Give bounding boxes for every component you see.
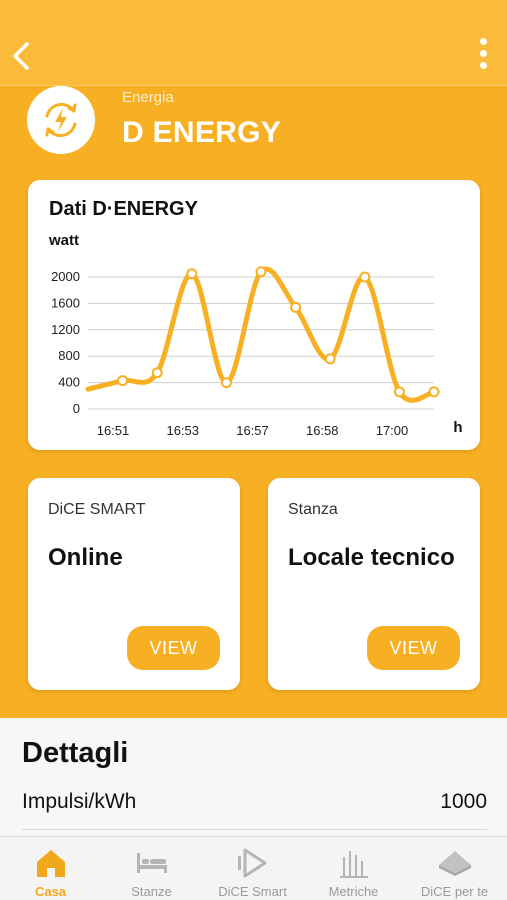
tab-label: Stanze xyxy=(131,884,172,899)
view-button[interactable]: VIEW xyxy=(367,626,460,670)
card-value: Locale tecnico xyxy=(288,544,455,571)
x-axis-unit: h xyxy=(453,419,462,436)
y-tick-label: 800 xyxy=(58,348,80,363)
energy-device-icon xyxy=(27,86,95,154)
data-point xyxy=(151,367,163,379)
data-point xyxy=(220,377,232,389)
x-tick-label: 17:00 xyxy=(376,423,409,438)
tab-dice-per-te[interactable]: DiCE per te xyxy=(404,837,505,900)
dice-smart-icon xyxy=(237,848,266,878)
bed-icon xyxy=(136,853,167,873)
x-tick-label: 16:51 xyxy=(97,423,130,438)
top-bar xyxy=(0,0,507,86)
device-category: Energia xyxy=(122,89,174,106)
tab-label: Metriche xyxy=(328,884,379,899)
data-point xyxy=(393,386,405,398)
power-line-chart: 0 400 800 1200 1600 2000 16:51 16:53 16:57 16:58 1… xyxy=(51,266,463,438)
data-point xyxy=(324,353,336,365)
y-tick-label: 1600 xyxy=(51,295,80,310)
back-button[interactable] xyxy=(8,36,38,76)
data-point xyxy=(117,375,129,387)
data-point xyxy=(290,301,302,313)
details-section: Dettagli Impulsi/kWh 1000 xyxy=(0,718,507,836)
card-label: DiCE SMART xyxy=(48,501,146,518)
more-dot-icon xyxy=(479,50,487,57)
room-card: Stanza Locale tecnico VIEW xyxy=(268,478,480,690)
series-line xyxy=(85,266,437,403)
home-icon xyxy=(36,850,65,877)
x-tick-label: 16:53 xyxy=(166,423,199,438)
y-tick-label: 400 xyxy=(58,375,80,390)
y-tick-label: 0 xyxy=(73,401,80,416)
dice-smart-card: DiCE SMART Online VIEW xyxy=(28,478,240,690)
card-value: Online xyxy=(48,544,123,571)
bottom-tab-bar: Casa Stanze DiCE Smart Metriche DiCE per… xyxy=(0,836,507,900)
y-tick-label: 1200 xyxy=(51,322,80,337)
dice-per-te-icon xyxy=(438,851,471,876)
more-dot-icon xyxy=(479,38,487,45)
more-dot-icon xyxy=(479,62,487,69)
data-point xyxy=(428,386,440,398)
card-label: Stanza xyxy=(288,501,338,518)
data-point xyxy=(255,266,267,278)
tab-stanze[interactable]: Stanze xyxy=(101,837,202,900)
view-button[interactable]: VIEW xyxy=(127,626,220,670)
chevron-left-icon xyxy=(13,42,29,70)
tab-label: Casa xyxy=(34,884,67,899)
detail-value: 1000 xyxy=(440,790,487,813)
detail-key: Impulsi/kWh xyxy=(22,790,137,813)
tab-dice-smart[interactable]: DiCE Smart xyxy=(202,837,303,900)
tab-label: DiCE Smart xyxy=(218,884,287,899)
chart-card: Dati D·ENERGY watt 0 400 800 1200 1600 2000 16… xyxy=(28,180,480,450)
x-tick-label: 16:57 xyxy=(236,423,269,438)
tab-label: DiCE per te xyxy=(420,884,489,899)
y-tick-label: 2000 xyxy=(51,269,80,284)
data-point xyxy=(359,271,371,283)
header-area: Energia D ENERGY Dati D·ENERGY watt 0 400… xyxy=(0,0,507,718)
data-point xyxy=(186,268,198,280)
detail-row: Impulsi/kWh 1000 xyxy=(22,790,487,830)
page-title: D ENERGY xyxy=(122,116,282,149)
metrics-icon xyxy=(339,851,368,878)
more-menu-button[interactable] xyxy=(473,38,493,76)
x-tick-label: 16:58 xyxy=(306,423,339,438)
tab-casa[interactable]: Casa xyxy=(0,837,101,900)
details-title: Dettagli xyxy=(22,737,129,769)
tab-metriche[interactable]: Metriche xyxy=(303,837,404,900)
